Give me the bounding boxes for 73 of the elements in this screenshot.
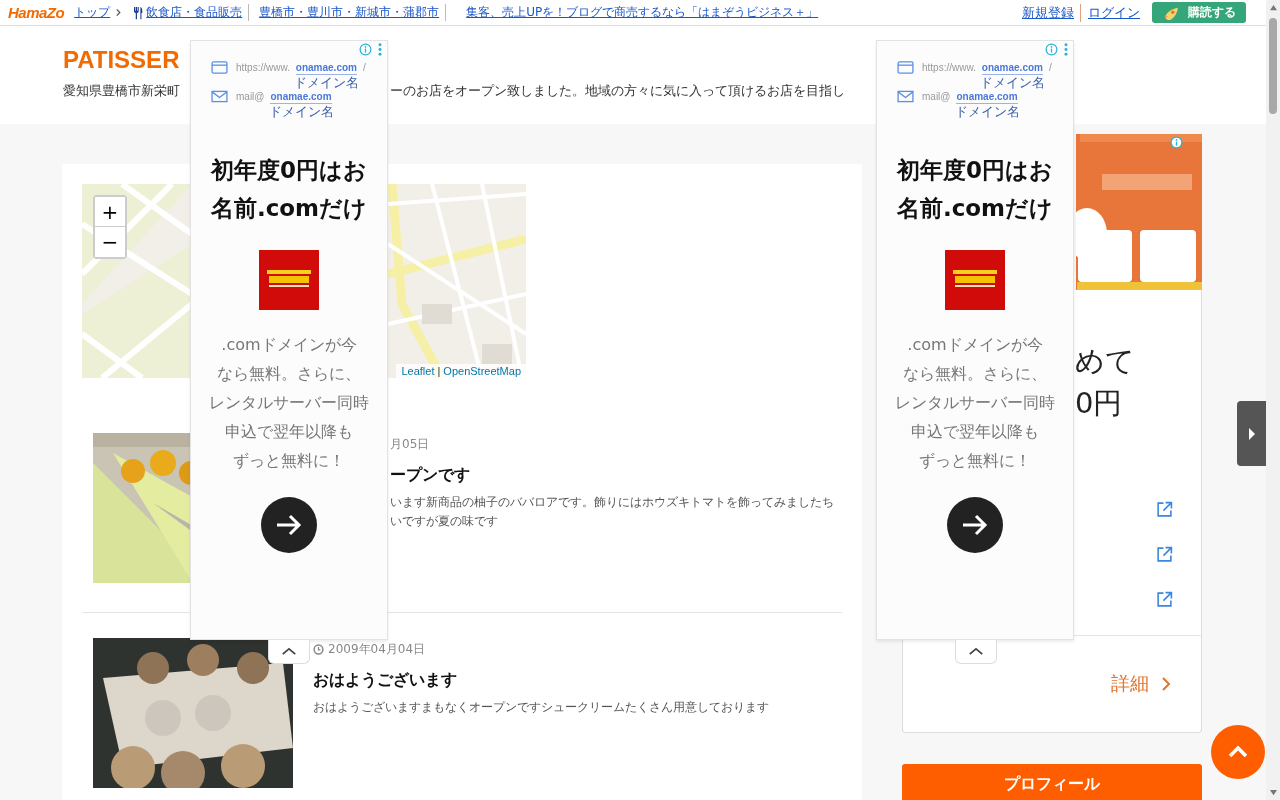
domain-caption: ドメイン名 (293, 75, 359, 90)
domain-text: onamae.com (956, 90, 1018, 104)
scroll-up-arrow-icon (1268, 4, 1278, 11)
collapse-tab[interactable] (955, 640, 997, 664)
ad-headline: 初年度0円はお (210, 156, 368, 185)
domain-caption: ドメイン名 (268, 104, 334, 119)
promo-text: 0円 (1075, 385, 1124, 422)
info-icon[interactable] (1170, 136, 1183, 149)
mail-icon (897, 90, 914, 103)
post-excerpt: いですが夏の味です (390, 513, 499, 530)
browser-window-icon (897, 61, 914, 74)
breadcrumb-link[interactable]: トップ (74, 4, 111, 21)
ad-text: ずっと無料に！ (232, 450, 346, 472)
chevron-up-icon (968, 647, 984, 656)
chevron-up-icon (1228, 746, 1248, 758)
scrollbar[interactable] (1266, 0, 1280, 800)
url-prefix: https://www. (922, 61, 976, 74)
blog-description: ーのお店をオープン致しました。地域の方々に気に入って頂けるお店を目指し (390, 82, 845, 100)
external-link-icon[interactable] (1156, 591, 1173, 608)
browser-window-icon (211, 61, 228, 74)
arrow-right-button[interactable] (261, 497, 317, 553)
mail-prefix: mail@ (236, 90, 265, 103)
external-link-icon[interactable] (1156, 501, 1173, 518)
domain-caption: ドメイン名 (954, 104, 1020, 119)
chevron-right-icon (1161, 676, 1171, 692)
ad-text: 申込で翌年以降も (910, 421, 1040, 443)
chevron-right-icon (115, 8, 123, 17)
arrow-right-button[interactable] (947, 497, 1003, 553)
promo-link[interactable]: 集客、売上UPを！ブログで商売するなら「はまぞうビジネス＋」 (466, 4, 819, 21)
domain-caption: ドメイン名 (979, 75, 1045, 90)
ad-headline: 名前.comだけ (896, 194, 1054, 223)
promo-text: めて (1075, 343, 1136, 380)
url-suffix: / (1048, 61, 1052, 74)
scroll-top-button[interactable] (1211, 725, 1265, 779)
mail-prefix: mail@ (922, 90, 951, 103)
scroll-down-arrow-icon (1268, 789, 1278, 796)
collapse-tab[interactable] (268, 640, 310, 664)
play-triangle-icon (1247, 426, 1256, 441)
chevron-up-icon (281, 647, 297, 656)
external-link-icon[interactable] (1156, 546, 1173, 563)
breadcrumb-link[interactable]: 飲食店・食品販売 (146, 4, 243, 21)
post-excerpt: います新商品の柚子のババロアです。飾りにはホウズキトマトを飾ってみましたち (390, 494, 834, 511)
blog-description: 愛知県豊橋市新栄町 (63, 82, 180, 100)
post-date: 2009年04月04日 (328, 640, 426, 658)
register-link[interactable]: 新規登録 (1022, 3, 1081, 22)
fork-knife-icon (132, 5, 144, 20)
post-title[interactable]: ープンです (390, 464, 470, 486)
ad-text: .comドメインが今 (906, 334, 1044, 356)
ad-text: なら無料。さらに、 (902, 363, 1048, 385)
ad-text: 申込で翌年以降も (224, 421, 354, 443)
info-icon[interactable] (359, 43, 372, 56)
breadcrumb-link[interactable]: 豊橋市・豊川市・新城市・蒲郡市 (259, 4, 440, 21)
url-suffix: / (362, 61, 366, 74)
post-title[interactable]: おはようございます (313, 669, 457, 691)
more-icon[interactable] (378, 43, 382, 56)
domain-text: onamae.com (981, 61, 1043, 75)
ad-text: ずっと無料に！ (918, 450, 1032, 472)
scrollbar-thumb[interactable] (1269, 18, 1277, 114)
post-date: 月05日 (390, 435, 430, 453)
post-excerpt: おはようございますまもなくオープンですシュークリームたくさん用意しております (313, 699, 769, 716)
side-tab[interactable] (1237, 401, 1266, 466)
ad-headline: 初年度0円はお (896, 156, 1054, 185)
ad-text: レンタルサーバー同時 (895, 392, 1055, 414)
mail-icon (211, 90, 228, 103)
rocket-icon (1162, 5, 1180, 20)
clock-icon (313, 643, 324, 655)
ad-text: レンタルサーバー同時 (209, 392, 369, 414)
more-icon[interactable] (1064, 43, 1068, 56)
info-icon[interactable] (1045, 43, 1058, 56)
domain-text: onamae.com (295, 61, 357, 75)
url-prefix: https://www. (236, 61, 290, 74)
domain-text: onamae.com (270, 90, 332, 104)
login-link[interactable]: ログイン (1088, 3, 1140, 22)
